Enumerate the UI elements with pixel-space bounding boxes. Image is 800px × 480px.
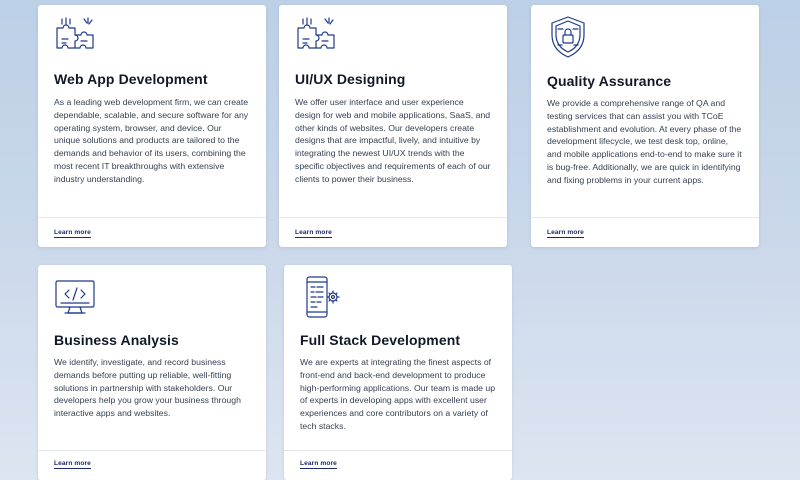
monitor-code-icon	[53, 275, 97, 319]
card-title: Web App Development	[54, 71, 208, 87]
service-card-business-analysis: Business Analysis We identify, investiga…	[38, 265, 266, 480]
puzzle-icon	[294, 15, 338, 59]
card-title: Quality Assurance	[547, 73, 672, 89]
learn-more-link[interactable]: Learn more	[295, 229, 332, 238]
card-description: We provide a comprehensive range of QA a…	[547, 98, 742, 185]
card-divider	[38, 217, 266, 218]
card-divider	[284, 450, 512, 451]
card-description: We are experts at integrating the finest…	[300, 357, 496, 431]
learn-more-link[interactable]: Learn more	[547, 229, 584, 238]
service-card-full-stack-development: Full Stack Development We are experts at…	[284, 265, 512, 480]
puzzle-icon	[53, 15, 97, 59]
card-description: We identify, investigate, and record bus…	[54, 357, 241, 419]
card-title: Full Stack Development	[300, 332, 461, 348]
card-divider	[531, 217, 759, 218]
mobile-gear-icon	[299, 275, 343, 319]
learn-more-link[interactable]: Learn more	[54, 460, 91, 469]
learn-more-link[interactable]: Learn more	[300, 460, 337, 469]
card-divider	[279, 217, 507, 218]
card-title: UI/UX Designing	[295, 71, 406, 87]
card-description: As a leading web development firm, we ca…	[54, 97, 249, 184]
shield-lock-icon	[546, 15, 590, 59]
learn-more-link[interactable]: Learn more	[54, 229, 91, 238]
card-divider	[38, 450, 266, 451]
service-card-ui-ux-designing: UI/UX Designing We offer user interface …	[279, 5, 507, 247]
service-card-web-app-development: Web App Development As a leading web dev…	[38, 5, 266, 247]
card-description: We offer user interface and user experie…	[295, 97, 491, 184]
service-card-quality-assurance: Quality Assurance We provide a comprehen…	[531, 5, 759, 247]
card-title: Business Analysis	[54, 332, 179, 348]
